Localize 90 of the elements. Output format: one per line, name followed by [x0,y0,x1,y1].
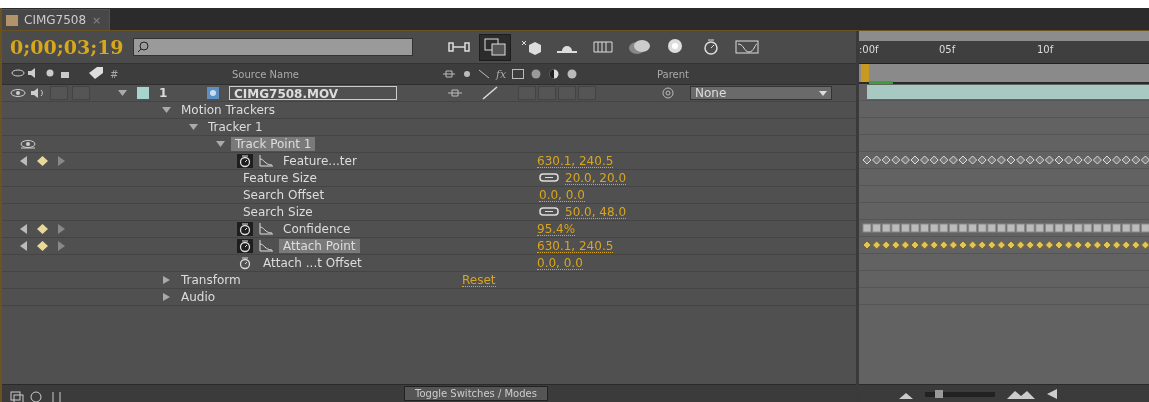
property-value[interactable]: 50.0, 48.0 [565,205,627,219]
composition-icon[interactable] [484,38,506,56]
stopwatch-icon[interactable] [237,239,253,253]
column-header: Source Name [232,68,300,80]
speaker-icon[interactable] [30,87,46,99]
property-name[interactable]: Search Offset [239,188,329,202]
graph-icon[interactable] [259,240,273,252]
layer-number: 1 [159,86,169,100]
switch-checkbox[interactable] [518,86,536,100]
property-name[interactable]: Attach ...t Offset [259,256,366,270]
shy-column-icon [442,69,456,79]
stopwatch-icon[interactable] [237,222,253,236]
property-name[interactable]: Feature Size [239,171,321,185]
property-value[interactable]: 630.1, 240.5 [537,154,614,168]
switch-checkbox[interactable] [578,86,596,100]
property-name[interactable]: Attach Point [279,239,360,253]
ruler-label: 10f [1037,44,1054,55]
footage-icon [207,87,219,99]
work-area-handle-icon[interactable] [861,64,869,82]
next-keyframe-icon[interactable] [58,156,65,166]
expanded-triangle-icon[interactable] [118,89,127,97]
collapsed-triangle-icon[interactable] [162,276,171,284]
ruler-label: :00f [859,44,879,55]
graph-icon[interactable] [259,155,273,167]
parent-dropdown[interactable]: None [690,86,832,100]
label-color-icon [137,87,149,99]
timecode[interactable]: 0;00;03;19 [10,36,133,58]
work-area-bar [869,81,893,84]
collapsed-triangle-icon[interactable] [162,293,171,301]
diagonal-line-icon [478,69,490,79]
keyframe-track[interactable] [859,223,1149,233]
property-value[interactable]: 20.0, 20.0 [565,171,627,185]
flowchart-icon[interactable] [448,41,470,53]
ruler-label: 05f [939,44,956,55]
property-name[interactable]: Motion Trackers [177,103,280,117]
composition-swatch-icon [6,14,18,26]
property-name[interactable]: Tracker 1 [204,120,267,134]
search-field[interactable] [133,38,413,56]
zoom-in-icon[interactable] [1007,388,1035,399]
property-value[interactable]: 95.4% [537,222,576,236]
left-arrow-icon[interactable] [1047,388,1057,399]
half-circle-icon [548,69,561,79]
graph-editor-icon[interactable] [735,39,759,55]
switch-checkbox[interactable] [538,86,556,100]
property-value[interactable]: 0.0, 0.0 [537,256,583,270]
keyframe-diamond-icon [37,224,48,234]
expanded-triangle-icon[interactable] [162,106,171,114]
property-value[interactable]: Reset [462,273,496,287]
keyframe-diamond-icon [37,156,48,166]
solo-checkbox[interactable] [50,86,68,100]
close-tab-button[interactable]: × [92,13,102,27]
pick-whip-icon[interactable] [662,87,674,99]
layer-name[interactable]: CIMG7508.MOV [229,86,397,100]
column-header: Parent [657,68,689,80]
switches-icon [10,68,70,78]
eye-icon[interactable] [20,139,36,149]
property-name[interactable]: Track Point 1 [231,137,316,151]
column-header: # [110,68,119,80]
property-value[interactable]: 0.0, 0.0 [539,188,585,202]
composition-tab[interactable]: CIMG7508 × [2,9,111,30]
comp-icon[interactable] [10,390,24,402]
quality-switch-icon[interactable] [482,86,498,100]
property-name[interactable]: Confidence [279,222,355,236]
search-icon [137,41,149,53]
property-name[interactable]: Search Size [239,205,317,219]
stopwatch-icon[interactable] [237,154,253,168]
zoom-slider-icon[interactable] [925,389,995,398]
stopwatch-icon[interactable] [237,256,253,270]
label-tag-icon [87,67,103,79]
previous-keyframe-icon[interactable] [20,156,27,166]
lock-checkbox[interactable] [72,86,90,100]
eye-icon[interactable] [10,88,26,98]
expanded-triangle-icon[interactable] [189,123,198,131]
dropdown-caret-icon [819,90,827,96]
link-icon[interactable] [539,207,559,217]
shy-switch-icon[interactable] [448,89,462,97]
property-value[interactable]: 630.1, 240.5 [537,239,614,253]
toolbar-button[interactable] [479,33,511,61]
toggle-switches-modes-button[interactable]: Toggle Switches / Modes [404,386,548,401]
property-name[interactable]: Transform [177,273,245,287]
expanded-triangle-icon[interactable] [216,140,225,148]
link-icon[interactable] [539,173,559,183]
property-name[interactable]: Feature...ter [279,154,361,168]
keyframe-diamond-icon [37,241,48,251]
fx-label: fx [496,67,507,81]
switch-checkbox[interactable] [558,86,576,100]
stopwatch-icon[interactable] [702,38,720,56]
graph-icon[interactable] [259,223,273,235]
motion-blur-icon[interactable] [627,38,651,56]
property-name[interactable]: Audio [177,290,220,304]
